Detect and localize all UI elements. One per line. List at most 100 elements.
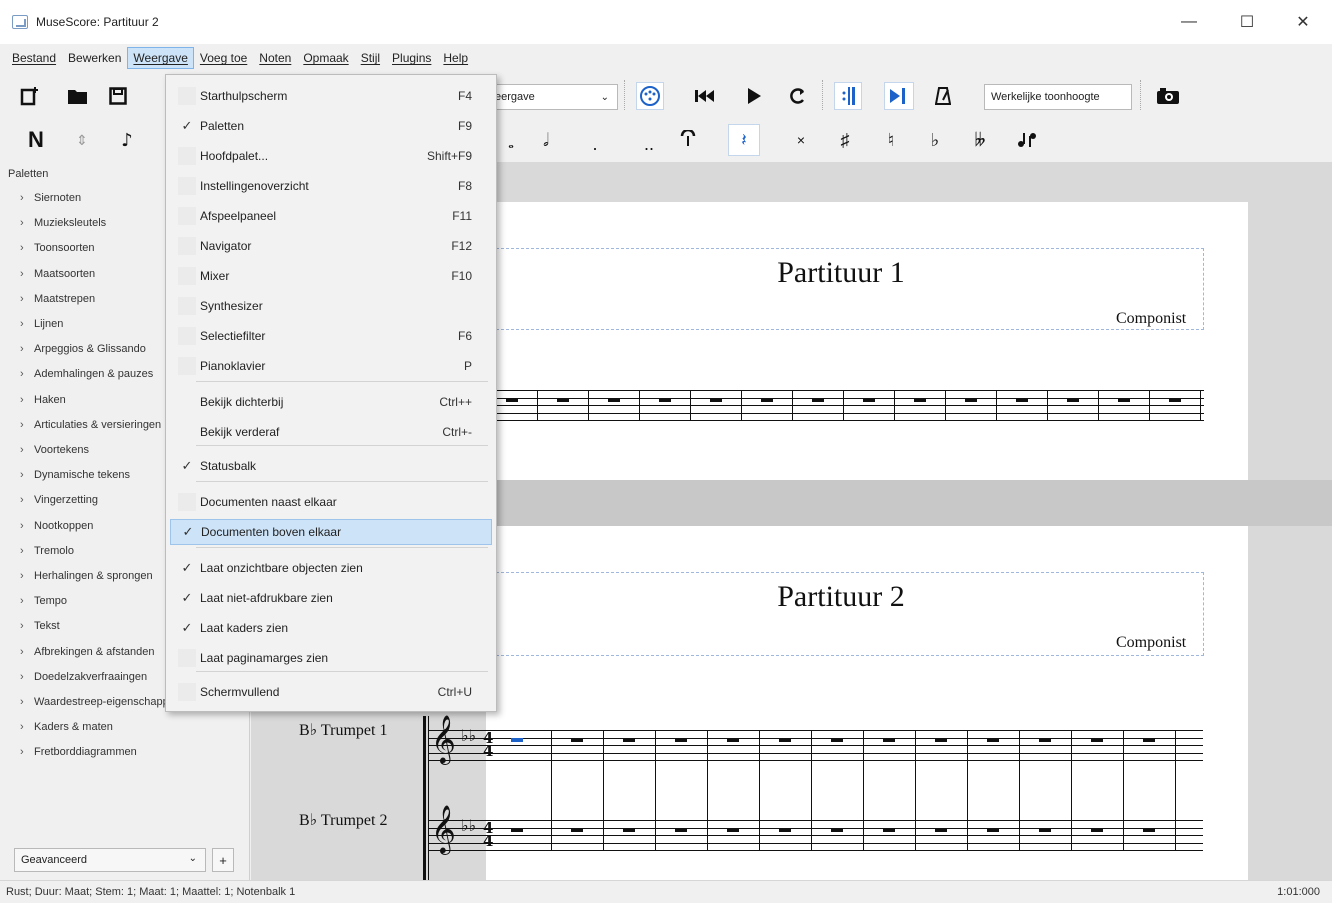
menu-bewerken[interactable]: Bewerken (62, 47, 127, 69)
palette-item[interactable]: › Tremolo (20, 545, 165, 557)
instrument-name-trumpet-2[interactable]: B♭ Trumpet 2 (299, 810, 387, 830)
tie-icon[interactable] (676, 126, 700, 154)
measure-rest[interactable] (935, 828, 947, 832)
palette-item[interactable]: › Lijnen (20, 318, 165, 330)
measure-rest[interactable] (883, 828, 895, 832)
open-folder-icon[interactable] (62, 82, 94, 110)
measure-rest[interactable] (779, 828, 791, 832)
menu-item[interactable]: ✓ Statusbalk (170, 453, 492, 479)
score-1-staff[interactable] (486, 390, 1204, 421)
menu-noten[interactable]: Noten (253, 47, 297, 69)
palette-item[interactable]: › Doedelzakverfraaingen (20, 671, 165, 683)
measure-rest[interactable] (914, 398, 926, 402)
flat-icon[interactable]: ♭ (924, 126, 946, 154)
note-input-mode-icon[interactable]: N (22, 126, 50, 154)
measure-rest[interactable] (623, 828, 635, 832)
measure-rest[interactable] (883, 738, 895, 742)
menu-item[interactable]: Synthesizer (170, 293, 492, 319)
palette-item[interactable]: › Dynamische tekens (20, 469, 165, 481)
score-2-composer[interactable]: Componist (1116, 634, 1186, 652)
measure-rest[interactable] (863, 398, 875, 402)
treble-clef-icon[interactable]: 𝄞 (431, 808, 456, 850)
measure-rest[interactable] (571, 828, 583, 832)
menu-item[interactable]: ✓ Laat niet-afdrukbare zien (170, 585, 492, 611)
palette-item[interactable]: › Articulaties & versieringen (20, 419, 165, 431)
menu-item[interactable]: Hoofdpalet... Shift+F9 (170, 143, 492, 169)
time-signature[interactable]: 44 (483, 731, 493, 759)
palette-item[interactable]: › Kaders & maten (20, 721, 165, 733)
instrument-name-trumpet-1[interactable]: B♭ Trumpet 1 (299, 720, 387, 740)
menu-weergave[interactable]: Weergave (127, 47, 194, 69)
measure-rest[interactable] (1039, 738, 1051, 742)
menu-plugins[interactable]: Plugins (386, 47, 437, 69)
menu-item[interactable]: Bekijk verderaf Ctrl+- (170, 419, 492, 445)
measure-rest[interactable] (675, 828, 687, 832)
play-icon[interactable] (740, 82, 768, 110)
measure-rest[interactable] (1067, 398, 1079, 402)
score-2-system[interactable]: 𝄞 ♭♭ 4 4 𝄞 ♭♭ 4 4 (423, 716, 1203, 880)
measure-rest[interactable] (608, 398, 620, 402)
measure-rest[interactable] (935, 738, 947, 742)
measure-rest[interactable] (659, 398, 671, 402)
treble-clef-icon[interactable]: 𝄞 (431, 718, 456, 760)
menu-item[interactable]: Schermvullend Ctrl+U (170, 679, 492, 705)
palette-item[interactable]: › Maatsoorten (20, 268, 165, 280)
palette-item[interactable]: › Haken (20, 394, 165, 406)
menu-item[interactable]: ✓ Laat kaders zien (170, 615, 492, 641)
measure-rest[interactable] (831, 828, 843, 832)
double-sharp-icon[interactable]: × (790, 126, 812, 154)
rest-icon[interactable]: 𝄽 (728, 124, 760, 156)
menu-stijl[interactable]: Stijl (355, 47, 386, 69)
measure-rest[interactable] (965, 398, 977, 402)
measure-rest[interactable] (1118, 398, 1130, 402)
palette-item[interactable]: › Toonsoorten (20, 242, 165, 254)
metronome-icon[interactable] (930, 82, 956, 110)
minimize-button[interactable]: — (1160, 0, 1218, 44)
measure-rest[interactable] (1169, 398, 1181, 402)
key-signature[interactable]: ♭♭ (461, 726, 476, 745)
measure-rest[interactable] (987, 738, 999, 742)
menu-item[interactable]: ✓ Documenten boven elkaar (170, 519, 492, 545)
score-1-title[interactable]: Partituur 1 (486, 256, 1196, 290)
camera-icon[interactable] (1152, 82, 1184, 110)
note-input-options-icon[interactable]: ⇕ (72, 126, 92, 154)
sharp-icon[interactable]: ♯ (834, 126, 856, 154)
natural-icon[interactable]: ♮ (880, 126, 902, 154)
menu-opmaak[interactable]: Opmaak (297, 47, 354, 69)
palette-item[interactable]: › Tekst (20, 620, 165, 632)
close-button[interactable]: ✕ (1274, 0, 1332, 44)
measure-rest[interactable] (1039, 828, 1051, 832)
menu-item[interactable]: Starthulpscherm F4 (170, 83, 492, 109)
key-signature[interactable]: ♭♭ (461, 816, 476, 835)
dot-icon[interactable]: . (588, 130, 602, 158)
menu-item[interactable]: ✓ Laat onzichtbare objecten zien (170, 555, 492, 581)
measure-rest[interactable] (1016, 398, 1028, 402)
menu-item[interactable]: Selectiefilter F6 (170, 323, 492, 349)
menu-help[interactable]: Help (437, 47, 474, 69)
menu-item[interactable]: Instellingenoverzicht F8 (170, 173, 492, 199)
measure-rest[interactable] (1091, 738, 1103, 742)
measure-rest[interactable] (506, 398, 518, 402)
measure-rest[interactable] (571, 738, 583, 742)
palette-item[interactable]: › Maatstrepen (20, 293, 165, 305)
palette-item[interactable]: › Muzieksleutels (20, 217, 165, 229)
palette-item[interactable]: › Nootkoppen (20, 520, 165, 532)
menu-voeg-toe[interactable]: Voeg toe (194, 47, 253, 69)
measure-rest[interactable] (511, 828, 523, 832)
new-score-icon[interactable] (16, 82, 44, 110)
time-signature[interactable]: 44 (483, 821, 493, 849)
eighth-note-icon[interactable]: ♪ (114, 126, 140, 154)
measure-rest[interactable] (987, 828, 999, 832)
midi-input-icon[interactable] (636, 82, 664, 110)
measure-rest[interactable] (675, 738, 687, 742)
measure-rest[interactable] (1091, 828, 1103, 832)
rewind-icon[interactable] (690, 82, 720, 110)
pan-score-icon[interactable] (884, 82, 914, 110)
repeat-playback-icon[interactable] (834, 82, 862, 110)
menu-item[interactable]: Afspeelpaneel F11 (170, 203, 492, 229)
measure-rest[interactable] (710, 398, 722, 402)
measure-rest[interactable] (511, 738, 523, 742)
palette-item[interactable]: › Herhalingen & sprongen (20, 570, 165, 582)
double-whole-note-icon[interactable]: 𝅗𝅥 (534, 126, 558, 154)
palette-item[interactable]: › Siernoten (20, 192, 165, 204)
